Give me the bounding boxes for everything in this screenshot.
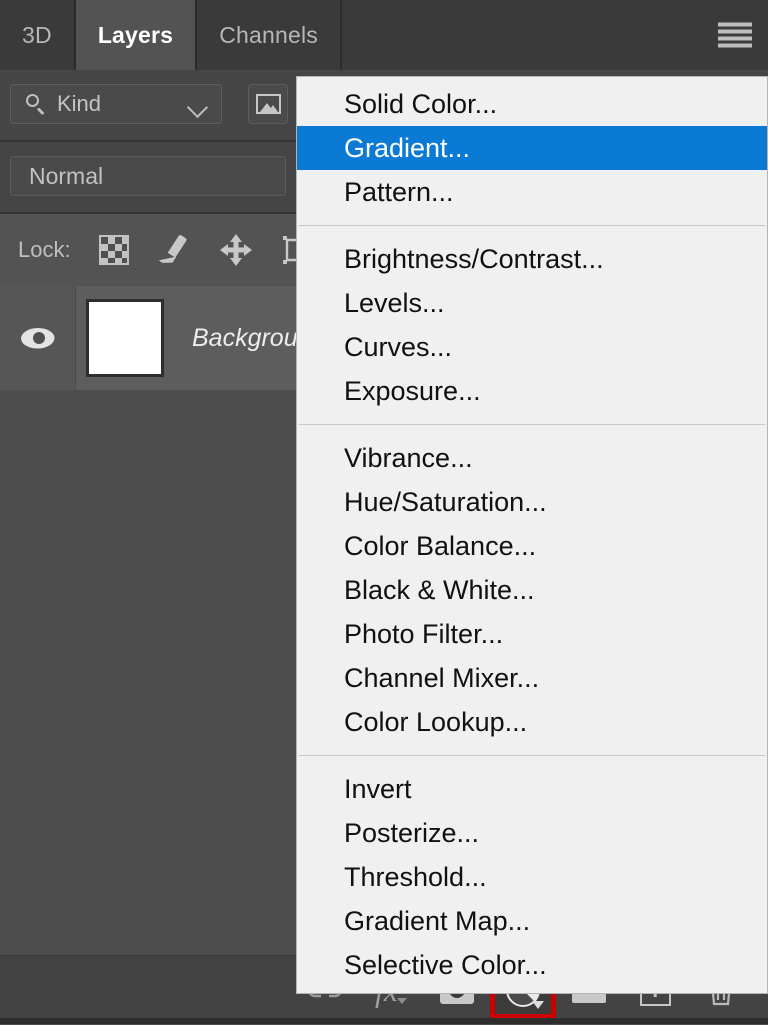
menu-item-solid-color[interactable]: Solid Color...	[297, 82, 767, 126]
menu-section-color: Vibrance... Hue/Saturation... Color Bala…	[297, 436, 767, 744]
menu-item-threshold[interactable]: Threshold...	[297, 855, 767, 899]
lock-image-pixels-icon[interactable]	[157, 233, 191, 267]
tab-channels[interactable]: Channels	[197, 0, 342, 70]
menu-item-levels[interactable]: Levels...	[297, 281, 767, 325]
menu-separator	[299, 755, 765, 756]
menu-item-pattern[interactable]: Pattern...	[297, 170, 767, 214]
tab-layers-label: Layers	[98, 22, 173, 49]
menu-item-curves[interactable]: Curves...	[297, 325, 767, 369]
layer-thumbnail[interactable]	[86, 299, 164, 377]
menu-item-photo-filter[interactable]: Photo Filter...	[297, 612, 767, 656]
eye-icon	[21, 328, 55, 349]
menu-item-invert[interactable]: Invert	[297, 767, 767, 811]
caret-down-icon	[532, 1001, 544, 1009]
hamburger-line	[718, 23, 752, 27]
panel-tab-bar: 3D Layers Channels	[0, 0, 768, 70]
blend-mode-value: Normal	[29, 163, 103, 190]
tab-3d[interactable]: 3D	[0, 0, 76, 70]
menu-section-fill: Solid Color... Gradient... Pattern...	[297, 82, 767, 214]
search-icon	[25, 93, 47, 115]
menu-section-tonal: Brightness/Contrast... Levels... Curves.…	[297, 237, 767, 413]
menu-item-gradient[interactable]: Gradient...	[297, 126, 767, 170]
menu-item-color-lookup[interactable]: Color Lookup...	[297, 700, 767, 744]
menu-separator	[299, 225, 765, 226]
tab-channels-label: Channels	[219, 22, 318, 49]
menu-item-posterize[interactable]: Posterize...	[297, 811, 767, 855]
tab-layers[interactable]: Layers	[76, 0, 197, 70]
filter-image-button[interactable]	[248, 84, 288, 124]
menu-item-gradient-map[interactable]: Gradient Map...	[297, 899, 767, 943]
hamburger-line	[718, 30, 752, 34]
blend-mode-dropdown[interactable]: Normal	[10, 156, 286, 196]
menu-section-special: Invert Posterize... Threshold... Gradien…	[297, 767, 767, 987]
chevron-down-icon	[187, 97, 208, 118]
filter-kind-label: Kind	[57, 91, 101, 117]
menu-item-vibrance[interactable]: Vibrance...	[297, 436, 767, 480]
lock-label: Lock:	[18, 237, 71, 263]
hamburger-icon[interactable]	[718, 23, 752, 48]
menu-item-brightness-contrast[interactable]: Brightness/Contrast...	[297, 237, 767, 281]
lock-transparent-pixels-icon[interactable]	[99, 235, 129, 265]
menu-item-hue-saturation[interactable]: Hue/Saturation...	[297, 480, 767, 524]
adjustment-layer-context-menu[interactable]: Solid Color... Gradient... Pattern... Br…	[296, 76, 768, 994]
menu-separator	[299, 424, 765, 425]
menu-item-exposure[interactable]: Exposure...	[297, 369, 767, 413]
hamburger-line	[718, 37, 752, 41]
menu-item-color-balance[interactable]: Color Balance...	[297, 524, 767, 568]
menu-item-black-and-white[interactable]: Black & White...	[297, 568, 767, 612]
tab-3d-label: 3D	[22, 22, 52, 49]
filter-kind-dropdown[interactable]: Kind	[10, 84, 222, 124]
caret-down-icon	[397, 998, 407, 1004]
layers-panel: 3D Layers Channels Kind N	[0, 0, 768, 1024]
layer-visibility-toggle[interactable]	[0, 286, 76, 390]
tab-bar-filler	[342, 0, 768, 70]
menu-item-channel-mixer[interactable]: Channel Mixer...	[297, 656, 767, 700]
image-icon	[256, 94, 281, 114]
hamburger-line	[718, 44, 752, 48]
menu-item-selective-color[interactable]: Selective Color...	[297, 943, 767, 987]
lock-position-icon[interactable]	[219, 233, 253, 267]
